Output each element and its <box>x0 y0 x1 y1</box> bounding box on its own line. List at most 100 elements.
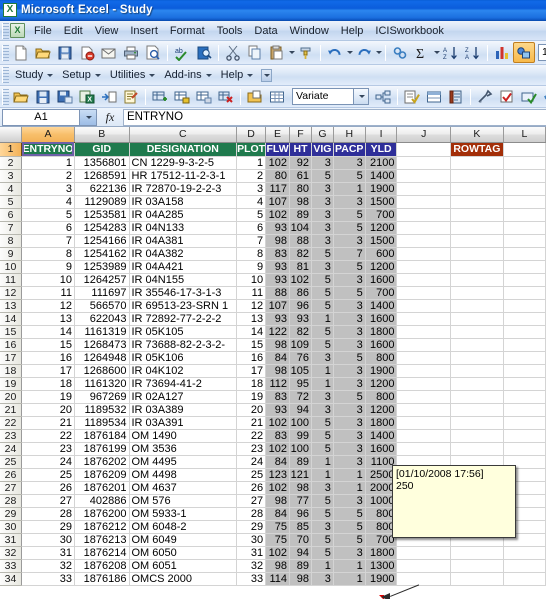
cell-flw-r19[interactable]: 112 <box>265 377 291 391</box>
cell-ht-r21[interactable]: 94 <box>289 403 312 417</box>
print-preview-icon[interactable] <box>142 42 164 63</box>
cell-ht-r16[interactable]: 109 <box>289 338 312 352</box>
cell-flw-r8[interactable]: 98 <box>265 234 291 248</box>
column-header-l[interactable]: L <box>503 127 546 143</box>
cell-j-r3[interactable] <box>396 169 451 183</box>
cell-flw-r24[interactable]: 102 <box>265 442 291 456</box>
column-header-d[interactable]: D <box>236 127 267 143</box>
cell-pacp-r17[interactable]: 5 <box>333 351 366 365</box>
cell-ht-r31[interactable]: 70 <box>289 533 312 547</box>
cell-plot-r9[interactable]: 8 <box>236 247 267 261</box>
cell-l-r2[interactable] <box>503 156 546 170</box>
table-row[interactable]: 5 4 1129089 IR 03A158 4 107 98 3 3 1500 <box>0 195 546 209</box>
cell-gid-r29[interactable]: 1876200 <box>74 507 130 521</box>
study-info-icon[interactable] <box>244 86 266 107</box>
cell-flw-r25[interactable]: 84 <box>265 455 291 469</box>
cell-k-r22[interactable] <box>450 416 504 430</box>
cell-l-r17[interactable] <box>503 351 546 365</box>
cell-designation-r5[interactable]: IR 03A158 <box>129 195 238 209</box>
link-icon[interactable] <box>372 86 394 107</box>
cell-pacp-r22[interactable]: 3 <box>333 416 366 430</box>
column-header-a[interactable]: A <box>21 127 75 143</box>
cell-j-r20[interactable] <box>396 390 451 404</box>
cell-designation-r27[interactable]: OM 4637 <box>129 481 238 495</box>
cut-icon[interactable] <box>222 42 244 63</box>
cell-ht-r33[interactable]: 89 <box>289 559 312 573</box>
menu-tools[interactable]: Tools <box>211 23 249 39</box>
cell-yld-r19[interactable]: 1200 <box>365 377 398 391</box>
export-study-icon[interactable]: X <box>76 86 98 107</box>
cell-j-r10[interactable] <box>396 260 451 274</box>
table-row[interactable]: 23 22 1876184 OM 1490 22 83 99 5 3 1400 <box>0 429 546 443</box>
cell-entryno-r29[interactable]: 28 <box>21 507 75 521</box>
cell-pacp-r21[interactable]: 3 <box>333 403 366 417</box>
column-header-g[interactable]: G <box>311 127 334 143</box>
cell-designation-r8[interactable]: IR 04A381 <box>129 234 238 248</box>
menu-insert[interactable]: Insert <box>124 23 164 39</box>
cell-j-r11[interactable] <box>396 273 451 287</box>
cell-flw-r16[interactable]: 98 <box>265 338 291 352</box>
cell-j-r16[interactable] <box>396 338 451 352</box>
cell-gid-r27[interactable]: 1876201 <box>74 481 130 495</box>
cell-flw-r26[interactable]: 123 <box>265 468 291 482</box>
cell-designation-r2[interactable]: CN 1229-9-3-2-5 <box>129 156 238 170</box>
cell-gid-r2[interactable]: 1356801 <box>74 156 130 170</box>
cell-ht-r7[interactable]: 104 <box>289 221 312 235</box>
cell-flw-r22[interactable]: 102 <box>265 416 291 430</box>
cell-j-r6[interactable] <box>396 208 451 222</box>
cell-entryno-r16[interactable]: 15 <box>21 338 75 352</box>
cell-ht-r14[interactable]: 93 <box>289 312 312 326</box>
cell-pacp-r8[interactable]: 3 <box>333 234 366 248</box>
cell-gid-r31[interactable]: 1876213 <box>74 533 130 547</box>
cell-vig-r23[interactable]: 5 <box>311 429 334 443</box>
cell-j-r5[interactable] <box>396 195 451 209</box>
cell-g1-vig[interactable]: VIG <box>311 142 334 157</box>
cell-yld-r7[interactable]: 1200 <box>365 221 398 235</box>
cell-l-r18[interactable] <box>503 364 546 378</box>
standard-toolbar-grip[interactable] <box>2 44 9 61</box>
cell-plot-r31[interactable]: 30 <box>236 533 267 547</box>
cell-yld-r21[interactable]: 1200 <box>365 403 398 417</box>
row-header-7[interactable]: 7 <box>0 221 23 235</box>
cell-entryno-r8[interactable]: 7 <box>21 234 75 248</box>
cell-plot-r21[interactable]: 20 <box>236 403 267 417</box>
cell-flw-r7[interactable]: 93 <box>265 221 291 235</box>
insert-function-icon[interactable]: fx <box>97 110 123 125</box>
cell-j-r12[interactable] <box>396 286 451 300</box>
cell-ht-r10[interactable]: 81 <box>289 260 312 274</box>
table-row[interactable]: 16 15 1268473 IR 73688-82-2-3-2- 15 98 109 5 3 16… <box>0 338 546 352</box>
cell-yld-r5[interactable]: 1500 <box>365 195 398 209</box>
cell-l-r4[interactable] <box>503 182 546 196</box>
cell-i1-yld[interactable]: YLD <box>365 142 398 157</box>
cell-j-r9[interactable] <box>396 247 451 261</box>
row-header-25[interactable]: 25 <box>0 455 23 469</box>
cell-yld-r3[interactable]: 1400 <box>365 169 398 183</box>
cell-j1[interactable] <box>396 142 451 157</box>
row-header-6[interactable]: 6 <box>0 208 23 222</box>
table-row[interactable]: 19 18 1161320 IR 73694-41-2 18 112 95 1 3 1200 <box>0 377 546 391</box>
menu-help[interactable]: Help <box>335 23 370 39</box>
cell-flw-r31[interactable]: 75 <box>265 533 291 547</box>
cell-pacp-r7[interactable]: 5 <box>333 221 366 235</box>
cell-flw-r14[interactable]: 93 <box>265 312 291 326</box>
cell-plot-r15[interactable]: 14 <box>236 325 267 339</box>
cell-entryno-r11[interactable]: 10 <box>21 273 75 287</box>
toolbar-options-icon[interactable] <box>261 68 273 82</box>
cell-flw-r2[interactable]: 102 <box>265 156 291 170</box>
cell-designation-r28[interactable]: OM 576 <box>129 494 238 508</box>
row-header-13[interactable]: 13 <box>0 299 23 313</box>
open-study-icon[interactable] <box>10 86 32 107</box>
cell-pacp-r2[interactable]: 3 <box>333 156 366 170</box>
cell-designation-r7[interactable]: IR 04N133 <box>129 221 238 235</box>
chart-wizard-icon[interactable] <box>491 42 513 63</box>
cell-entryno-r6[interactable]: 5 <box>21 208 75 222</box>
cell-j-r2[interactable] <box>396 156 451 170</box>
redo-chevron-down-icon[interactable] <box>376 51 382 54</box>
cell-yld-r33[interactable]: 1300 <box>365 559 398 573</box>
table-row[interactable]: 8 7 1254166 IR 04A381 7 98 88 3 3 1500 <box>0 234 546 248</box>
cell-k-r13[interactable] <box>450 299 504 313</box>
approve-icon[interactable] <box>518 86 540 107</box>
cell-plot-r18[interactable]: 17 <box>236 364 267 378</box>
cell-k-r16[interactable] <box>450 338 504 352</box>
cell-pacp-r5[interactable]: 3 <box>333 195 366 209</box>
